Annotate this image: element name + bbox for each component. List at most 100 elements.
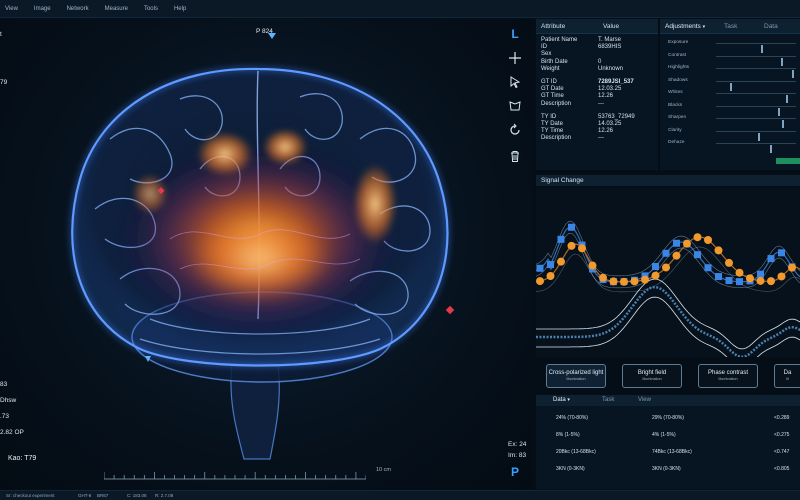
slider-track[interactable]: [716, 118, 796, 128]
viewer-label-bottom-2: .73: [0, 413, 10, 420]
slider-label: Whites: [668, 90, 683, 95]
tab-data-table[interactable]: Data ▾: [536, 395, 592, 406]
tab-data-view[interactable]: View: [638, 395, 651, 406]
cursor-icon[interactable]: [506, 73, 524, 91]
brain-render: [69, 33, 455, 460]
attribute-row: ID 6839HIS: [541, 44, 622, 51]
slider-track[interactable]: [716, 93, 796, 103]
slider-exposure[interactable]: Exposure: [660, 37, 800, 53]
menu-bar: View Image Network Measure Tools Help: [0, 0, 800, 18]
data-table: Data ▾ Task View 24% (70-80%) 29% (70-80%…: [536, 395, 800, 489]
attribute-row: TY Time 12.26: [541, 128, 614, 135]
signal-blue-marker: [547, 261, 554, 269]
viewer-label-top-1: 79: [0, 79, 8, 86]
signal-orange-marker: [714, 246, 723, 255]
attribute-row: TY Date 14.03.25: [541, 120, 622, 127]
menu-help[interactable]: Help: [174, 6, 202, 12]
signal-orange-marker: [588, 261, 597, 270]
viewer-label-bottom-0: 83: [0, 381, 8, 388]
slider-label: Highlights: [668, 65, 690, 70]
tab-task[interactable]: Task: [712, 19, 752, 33]
brain-viewer[interactable]: P 824 t 79 83 Dhsw .73 2.82 OP Kao: T79 …: [0, 19, 532, 489]
signal-blue-marker: [557, 235, 565, 243]
slider-track[interactable]: [716, 130, 796, 141]
tab-adjustments[interactable]: Adjustments ▾: [660, 19, 712, 33]
attribute-column-header[interactable]: Attribute: [536, 19, 598, 33]
attribute-table-header: Attribute Value: [536, 19, 658, 34]
menu-measure[interactable]: Measure: [105, 6, 144, 12]
illumination-dark-field-button[interactable]: Da Ill: [774, 364, 800, 388]
plus-icon[interactable]: [506, 49, 524, 67]
table-row: 24% (70-80%) 29% (70-80%) <0.289: [556, 415, 790, 421]
illumination-cross-polarized-button[interactable]: Cross-polarized light Illumination: [546, 364, 606, 388]
slider-whites[interactable]: Whites: [660, 87, 800, 103]
attribute-row: GT ID 7289JSI_537: [541, 78, 634, 85]
attribute-table: Attribute Value Patient Name T. Marse ID 6…: [536, 19, 658, 170]
slider-label: Sharpen: [668, 115, 687, 120]
attribute-row: GT Time 12.26: [541, 93, 614, 100]
signal-blue-marker: [725, 276, 733, 284]
menu-network[interactable]: Network: [67, 6, 105, 12]
tab-data[interactable]: Data: [752, 19, 778, 33]
apply-button[interactable]: [776, 158, 800, 164]
signal-blue-marker: [715, 273, 722, 281]
lasso-icon[interactable]: [506, 97, 524, 115]
tool-left-orientation[interactable]: L: [506, 25, 524, 43]
attribute-row: Birth Date 0: [541, 58, 602, 65]
attribute-row: Weight Unknown: [541, 65, 624, 72]
signal-blue-marker: [704, 264, 712, 272]
slider-track[interactable]: [716, 105, 796, 116]
signal-orange-marker: [620, 277, 628, 286]
signal-orange-marker: [651, 271, 660, 280]
slider-sharpen[interactable]: Sharpen: [660, 112, 800, 128]
slider-track[interactable]: [716, 68, 796, 78]
signal-orange-marker: [662, 263, 670, 272]
attribute-row: GT Date 12.03.25: [541, 86, 622, 93]
attribute-row: Patient Name T. Marse: [541, 37, 622, 43]
viewer-label-top-0: t: [0, 31, 2, 38]
slider-shadows[interactable]: Shadows: [660, 75, 800, 91]
signal-blue-marker: [652, 262, 659, 270]
signal-orange-marker: [578, 244, 586, 253]
signal-orange-marker: [672, 251, 681, 260]
illumination-bright-field-button[interactable]: Bright field Illumination: [622, 364, 682, 388]
slider-label: Shadows: [668, 77, 688, 83]
signal-orange-marker: [777, 272, 786, 281]
scale-bar: [104, 472, 366, 480]
signal-blue-marker: [757, 270, 764, 278]
slider-contrast[interactable]: Contrast: [660, 50, 800, 66]
slider-clarity[interactable]: Clarity: [660, 125, 800, 141]
status-session[interactable]: Sr: checkout experiment: [6, 493, 55, 498]
signal-lower-line: [536, 278, 800, 350]
illumination-phase-contrast-button[interactable]: Phase contrast Illumination: [698, 364, 758, 388]
viewer-label-bottom-1: Dhsw: [0, 397, 17, 404]
signal-orange-marker: [788, 263, 796, 272]
signal-blue-marker: [536, 264, 544, 272]
trash-icon[interactable]: [506, 147, 524, 165]
value-column-header[interactable]: Value: [598, 19, 619, 33]
menu-tools[interactable]: Tools: [144, 6, 174, 12]
slider-track[interactable]: [716, 143, 796, 153]
table-row: 20Bkc (13-68Bkc) 74Bkc (13-68Bkc) <0.747: [556, 449, 790, 455]
tool-posterior-orientation[interactable]: P: [506, 463, 524, 481]
viewer-label-bottom-3: 2.82 OP: [0, 429, 24, 436]
rotate-icon[interactable]: [506, 121, 524, 139]
slider-dehaze[interactable]: Dehaze: [660, 137, 800, 153]
slider-track[interactable]: [716, 43, 796, 53]
signal-orange-marker: [546, 271, 555, 280]
slider-track[interactable]: [716, 80, 796, 91]
menu-view[interactable]: View: [0, 6, 34, 12]
tab-data-task[interactable]: Task: [592, 395, 638, 406]
slider-highlights[interactable]: Highlights: [660, 62, 800, 78]
menu-image[interactable]: Image: [34, 6, 67, 12]
signal-blue-marker: [736, 278, 743, 286]
signal-orange-marker: [599, 273, 607, 282]
slider-thumb[interactable]: [769, 145, 772, 153]
slider-blacks[interactable]: Blacks: [660, 100, 800, 116]
signal-orange-marker: [746, 274, 754, 283]
slider-track[interactable]: [716, 55, 796, 66]
signal-orange-marker: [641, 275, 649, 284]
signal-orange-marker: [735, 268, 744, 277]
signal-orange-marker: [767, 277, 775, 286]
status-item: BR67: [97, 493, 109, 498]
